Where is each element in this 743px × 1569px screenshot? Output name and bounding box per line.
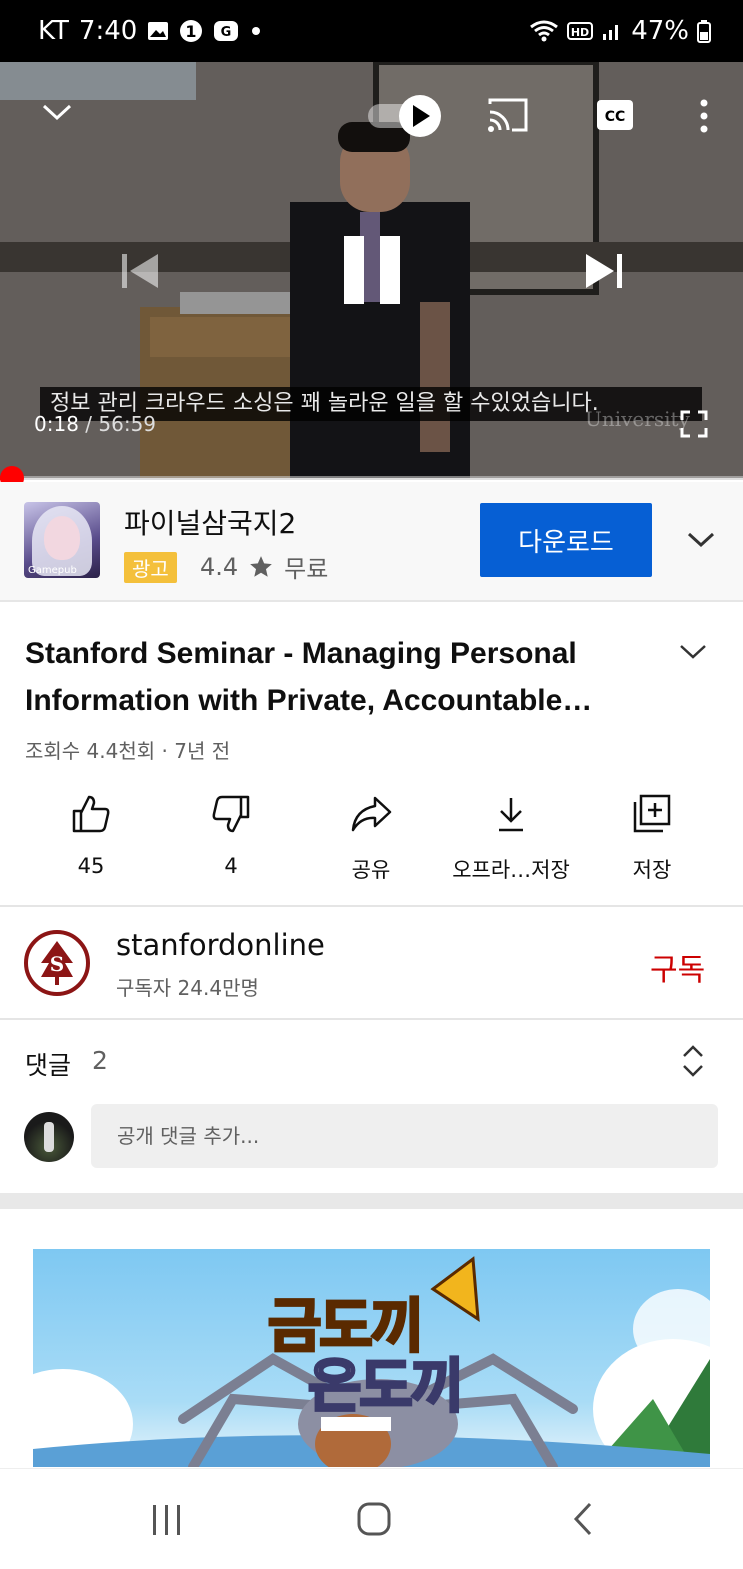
- save-button[interactable]: 저장: [577, 790, 727, 884]
- clock: 7:40: [78, 16, 138, 46]
- time-display: 0:18 / 56:59: [34, 412, 156, 436]
- stanford-watermark: University: [585, 407, 690, 431]
- ad-app-name: 파이널삼국지2: [124, 507, 297, 540]
- game-ad-image[interactable]: 금도끼 은도끼: [33, 1249, 710, 1467]
- comments-label[interactable]: 댓글: [25, 1046, 71, 1082]
- video-title[interactable]: Stanford Seminar - Managing Personal Inf…: [25, 630, 645, 724]
- download-button[interactable]: 다운로드: [480, 503, 652, 577]
- current-time: 0:18: [34, 412, 79, 436]
- thumb-brand: Gamepub: [28, 565, 77, 576]
- game-title-line2: 은도끼: [306, 1351, 465, 1422]
- notification-1-icon: 1: [180, 20, 203, 42]
- ad-price: 무료: [284, 555, 329, 583]
- dislike-button[interactable]: 4: [156, 790, 306, 878]
- channel-avatar[interactable]: S: [24, 930, 90, 996]
- share-icon: [351, 796, 392, 832]
- section-separator: [0, 1193, 743, 1209]
- battery-percent: 47%: [631, 16, 689, 46]
- ad-app-thumbnail: Gamepub: [24, 502, 100, 578]
- comment-input[interactable]: 공개 댓글 추가...: [91, 1104, 718, 1168]
- svg-text:1: 1: [186, 22, 197, 41]
- fullscreen-icon[interactable]: [680, 410, 708, 438]
- divider: [0, 1018, 743, 1020]
- dot-icon: [252, 27, 261, 35]
- download-icon: [499, 798, 523, 832]
- more-vert-icon[interactable]: [695, 98, 713, 134]
- svg-text:G: G: [221, 25, 232, 40]
- save-playlist-icon: [633, 794, 671, 833]
- status-bar: KT 7:40 1 G HD 47%: [0, 0, 743, 62]
- autoplay-toggle-icon[interactable]: [366, 92, 444, 140]
- video-meta: 조회수 4.4천회 · 7년 전: [25, 739, 231, 763]
- save-label: 저장: [632, 858, 672, 882]
- dislike-icon: [212, 795, 250, 833]
- user-avatar: [24, 1112, 74, 1162]
- subscriber-count: 구독자 24.4만명: [116, 976, 259, 1000]
- carrier-label: KT: [38, 16, 69, 46]
- dislike-count: 4: [224, 854, 238, 878]
- stanford-tree-logo-icon: S: [41, 941, 73, 985]
- avatar-figure: [44, 1122, 54, 1152]
- offline-save-button[interactable]: 오프라…저장: [436, 790, 586, 884]
- signal-icon: [603, 25, 619, 40]
- svg-text:HD: HD: [571, 26, 589, 39]
- like-button[interactable]: 45: [16, 790, 166, 878]
- star-icon: [250, 555, 273, 577]
- comments-count: 2: [92, 1046, 108, 1075]
- previous-icon[interactable]: [120, 250, 162, 292]
- ad-rating: 4.4: [200, 552, 239, 581]
- collapse-chevron-icon[interactable]: [40, 100, 74, 124]
- subscribe-button[interactable]: 구독: [650, 945, 705, 989]
- cast-icon[interactable]: [486, 96, 530, 134]
- gallery-icon: [148, 22, 169, 40]
- back-icon[interactable]: [570, 1501, 596, 1537]
- comments-expand-icon[interactable]: [680, 1044, 706, 1078]
- app-ad-banner[interactable]: Gamepub 파이널삼국지2 광고 4.4 무료 다운로드: [0, 482, 743, 602]
- channel-name[interactable]: stanfordonline: [116, 928, 325, 962]
- system-nav-bar: [0, 1468, 743, 1569]
- duration: 56:59: [98, 412, 157, 436]
- divider: [0, 905, 743, 907]
- ad-badge: 광고: [124, 552, 177, 583]
- action-bar: 45 4 공유 오프라…저장 저장: [0, 790, 743, 900]
- wifi-icon: [530, 20, 559, 42]
- hd-icon: HD: [567, 22, 594, 40]
- progress-bar[interactable]: [0, 476, 743, 480]
- share-label: 공유: [351, 858, 391, 882]
- ad-expand-chevron-icon[interactable]: [686, 528, 716, 550]
- next-icon[interactable]: [582, 250, 624, 292]
- share-button[interactable]: 공유: [296, 790, 446, 884]
- description-expand-chevron-icon[interactable]: [678, 640, 708, 662]
- home-icon[interactable]: [356, 1501, 392, 1537]
- pause-icon[interactable]: [340, 234, 404, 306]
- app-icon: G: [214, 21, 239, 41]
- like-icon: [72, 795, 110, 833]
- svg-text:S: S: [50, 952, 64, 976]
- thumb-face: [44, 516, 80, 560]
- captions-icon[interactable]: CC: [596, 98, 634, 132]
- battery-icon: [697, 20, 711, 43]
- time-separator: /: [78, 412, 99, 436]
- video-player[interactable]: CC 정보 관리 크라우드 소싱은 꽤 놀라운 일을 할 수있었습니다. 0:1…: [0, 62, 743, 478]
- ad-meta: 4.4 무료: [200, 549, 328, 584]
- recent-apps-icon[interactable]: [150, 1503, 184, 1537]
- offline-save-label: 오프라…저장: [452, 858, 570, 882]
- like-count: 45: [77, 854, 105, 878]
- svg-text:CC: CC: [605, 109, 626, 125]
